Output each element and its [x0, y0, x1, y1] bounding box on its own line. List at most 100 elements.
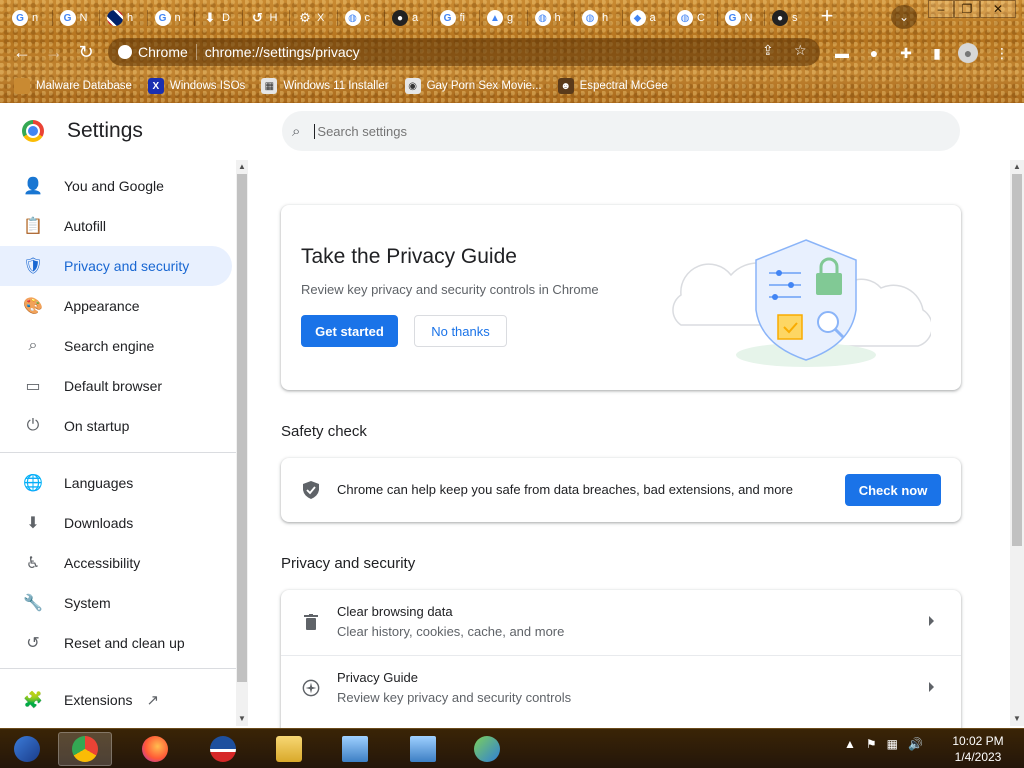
bookmark-item[interactable]: ◉ Gay Porn Sex Movie... — [404, 78, 542, 94]
sidebar-item-reset-and-clean-up[interactable]: ↺ Reset and clean up — [0, 623, 232, 663]
maximize-button[interactable]: ❐ — [954, 0, 980, 18]
show-hidden-icons-icon[interactable]: ▲ — [844, 737, 856, 751]
sidebar-item-label: Default browser — [64, 378, 163, 394]
clear-browsing-data-row[interactable]: Clear browsing data Clear history, cooki… — [281, 590, 961, 655]
taskbar-obama[interactable] — [196, 732, 250, 766]
minimize-button[interactable]: – — [928, 0, 954, 18]
sidebar-scrollbar[interactable]: ▲ ▼ — [236, 160, 248, 726]
bookmark-item[interactable]: X Windows ISOs — [147, 78, 246, 94]
browser-tab[interactable]: Gn — [149, 6, 193, 30]
address-bar[interactable]: Chrome chrome://settings/privacy ⇪ ☆ — [108, 38, 820, 66]
bookmark-item[interactable]: ▦ Windows 11 Installer — [261, 78, 389, 94]
reload-button[interactable]: ↻ — [73, 40, 99, 64]
tab-title: g — [507, 12, 514, 24]
sidebar-item-default-browser[interactable]: ▭ Default browser — [0, 366, 232, 406]
chrome-logo-icon — [22, 120, 44, 142]
compass-icon — [302, 679, 320, 697]
sidebar-item-system[interactable]: 🔧 System — [0, 583, 232, 623]
browser-tab[interactable]: ⚙ X — [291, 6, 335, 30]
sidebar-item-extensions[interactable]: 🧩 Extensions ↗ — [0, 680, 232, 720]
page-title: Settings — [67, 119, 143, 142]
browser-tab[interactable]: Gfi — [434, 6, 478, 30]
sidebar-item-autofill[interactable]: 📋 Autofill — [0, 206, 232, 246]
search-icon: ⌕ — [28, 337, 38, 354]
bookmark-star-icon[interactable]: ☆ — [794, 42, 807, 59]
back-button[interactable]: ← — [9, 40, 35, 64]
site-icon: ◉ — [404, 78, 421, 94]
taskbar-firefox[interactable] — [128, 732, 182, 766]
bookmark-label: Windows ISOs — [169, 80, 246, 92]
taskbar-file-explorer[interactable] — [262, 732, 316, 766]
site-label: Chrome — [138, 44, 188, 60]
site-info-chip[interactable]: Chrome — [118, 44, 197, 60]
profile-avatar[interactable]: ● — [958, 43, 978, 63]
forward-button[interactable]: → — [41, 40, 67, 64]
sidebar-item-accessibility[interactable]: ♿ Accessibility — [0, 543, 232, 583]
check-now-button[interactable]: Check now — [845, 474, 941, 506]
menu-icon[interactable]: ⋮ — [992, 43, 1012, 63]
main-scrollbar[interactable]: ▲ ▼ — [1010, 160, 1024, 726]
taskbar-network-app[interactable] — [328, 732, 382, 766]
tab-title: s — [792, 12, 798, 24]
browser-tab[interactable]: ● a — [386, 6, 430, 30]
new-tab-button[interactable]: + — [814, 5, 840, 29]
no-thanks-button[interactable]: No thanks — [414, 315, 507, 347]
puzzle-icon[interactable]: ✚ — [896, 43, 916, 63]
volume-icon[interactable]: 🔊 — [908, 737, 923, 751]
flag-icon[interactable]: ⚑ — [866, 737, 877, 751]
bookmark-item[interactable]: Malware Database — [14, 78, 132, 94]
browser-tab[interactable]: ◆ a — [624, 6, 668, 30]
privacy-list-card: Clear browsing data Clear history, cooki… — [281, 590, 961, 740]
sidebar-item-search-engine[interactable]: ⌕ Search engine — [0, 326, 232, 366]
search-box[interactable]: ⌕ — [282, 111, 960, 151]
get-started-button[interactable]: Get started — [301, 315, 398, 347]
browser-tab[interactable]: ◍ c — [339, 6, 383, 30]
browser-tab[interactable]: GN — [719, 6, 763, 30]
browser-tab[interactable]: ◍ C — [671, 6, 715, 30]
sidebar-item-downloads[interactable]: ⬇ Downloads — [0, 503, 232, 543]
browser-tab[interactable]: Gn — [6, 6, 50, 30]
scroll-up-arrow-icon[interactable]: ▲ — [238, 162, 246, 171]
share-icon[interactable]: ⇪ — [762, 42, 774, 59]
tab-separator — [479, 10, 480, 26]
flag-extension-icon[interactable]: ▬ — [832, 43, 852, 63]
row-title: Clear browsing data — [337, 604, 453, 619]
browser-tab[interactable]: ↺ H — [244, 6, 288, 30]
scroll-down-arrow-icon[interactable]: ▼ — [238, 714, 246, 723]
browser-tab[interactable]: ◍ h — [576, 6, 620, 30]
privacy-guide-row[interactable]: Privacy Guide Review key privacy and sec… — [281, 655, 961, 720]
browser-icon: ▭ — [25, 378, 41, 395]
browser-tab[interactable]: ● s — [766, 6, 810, 30]
side-panel-icon[interactable]: ▮ — [927, 43, 947, 63]
browser-tab[interactable]: h — [101, 6, 145, 30]
search-input[interactable] — [314, 123, 875, 139]
scroll-up-arrow-icon[interactable]: ▲ — [1013, 162, 1021, 171]
taskbar-clock[interactable]: 10:02 PM 1/4/2023 — [940, 733, 1016, 765]
sidebar-item-appearance[interactable]: 🎨 Appearance — [0, 286, 232, 326]
profile-extension-icon[interactable]: ● — [864, 43, 884, 63]
sidebar-scroll-thumb[interactable] — [237, 174, 247, 682]
taskbar-users-app[interactable] — [460, 732, 514, 766]
tab-separator — [431, 10, 433, 26]
image-icon: ▦ — [261, 78, 278, 94]
browser-tab[interactable]: ⬇ D — [196, 6, 240, 30]
sidebar-item-privacy-and-security[interactable]: 🛡 Privacy and security — [0, 246, 232, 286]
sidebar-item-label: System — [64, 595, 111, 611]
chevron-right-icon — [929, 616, 934, 626]
sidebar-item-on-startup[interactable]: ⏻ On startup — [0, 406, 232, 446]
bookmark-item[interactable]: ☻ Espectral McGee — [557, 78, 668, 94]
close-window-button[interactable]: ✕ — [980, 0, 1016, 18]
tab-search-button[interactable]: ⌄ — [891, 5, 917, 29]
network-icon[interactable]: ▦ — [887, 737, 898, 751]
browser-tab[interactable]: ▲ g — [481, 6, 525, 30]
sidebar-item-you-and-google[interactable]: 👤 You and Google — [0, 166, 232, 206]
main-scroll-thumb[interactable] — [1012, 174, 1022, 546]
taskbar-network-app-2[interactable] — [396, 732, 450, 766]
start-button[interactable] — [0, 732, 54, 766]
sidebar-item-languages[interactable]: 🌐 Languages — [0, 463, 232, 503]
taskbar-chrome[interactable] — [58, 732, 112, 766]
browser-tab[interactable]: GN — [54, 6, 98, 30]
sidebar-item-label: Accessibility — [64, 555, 141, 571]
scroll-down-arrow-icon[interactable]: ▼ — [1013, 714, 1021, 723]
browser-tab[interactable]: ◍ h — [529, 6, 573, 30]
